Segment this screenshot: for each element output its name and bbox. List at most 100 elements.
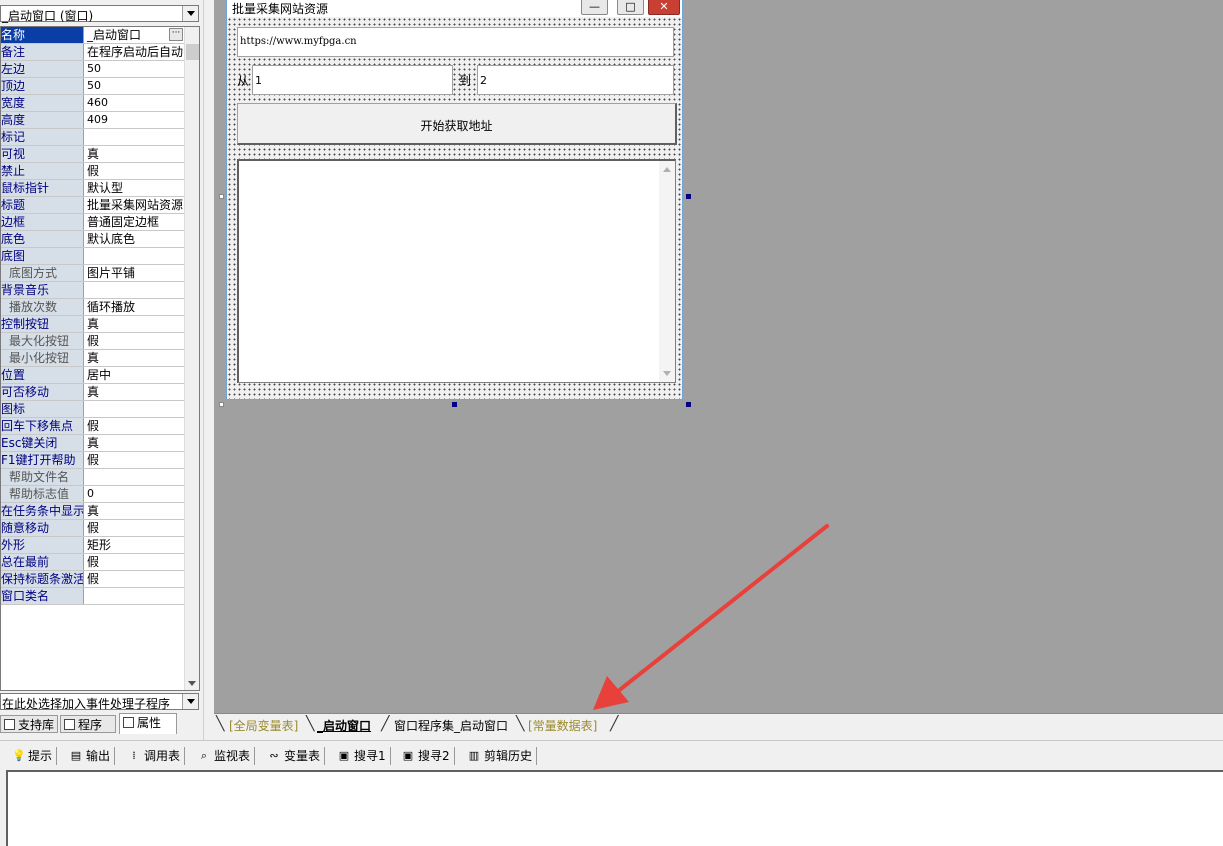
property-row[interactable]: 底图方式 图片平铺 <box>1 265 184 282</box>
property-value[interactable]: 循环播放 <box>87 299 183 315</box>
resize-handle[interactable] <box>452 402 457 407</box>
property-row[interactable]: 窗口类名 <box>1 588 184 605</box>
property-row[interactable]: 标题 批量采集网站资源 <box>1 197 184 214</box>
property-value[interactable]: 在程序启动后自动 <box>87 44 183 60</box>
ellipsis-button[interactable]: ··· <box>169 28 183 41</box>
variables-button[interactable]: ∾ 变量表 <box>266 747 326 765</box>
property-value[interactable]: 假 <box>87 520 183 536</box>
property-row[interactable]: 高度 409 <box>1 112 184 129</box>
property-row[interactable]: 顶边 50 <box>1 78 184 95</box>
property-value[interactable]: 真 <box>87 146 183 162</box>
hint-button[interactable]: 💡 提示 <box>10 747 58 765</box>
property-value[interactable]: 真 <box>87 503 183 519</box>
property-row[interactable]: 随意移动假 <box>1 520 184 537</box>
property-row[interactable]: 保持标题条激活假 <box>1 571 184 588</box>
output-pane[interactable] <box>6 770 1223 846</box>
property-row[interactable]: 总在最前假 <box>1 554 184 571</box>
tab-global-variables[interactable]: [全局变量表] <box>229 717 298 735</box>
to-input[interactable]: 2 <box>477 65 674 95</box>
property-value[interactable]: 真 <box>87 384 183 400</box>
property-row[interactable]: 可否移动真 <box>1 384 184 401</box>
property-value[interactable]: 真 <box>87 316 183 332</box>
property-value[interactable]: 假 <box>87 452 183 468</box>
property-value[interactable]: 真 <box>87 350 183 366</box>
property-value[interactable] <box>87 129 183 145</box>
scroll-down-icon[interactable] <box>663 371 671 376</box>
scroll-up-icon[interactable] <box>663 167 671 172</box>
property-row[interactable]: 底图 <box>1 248 184 265</box>
property-value[interactable]: 居中 <box>87 367 183 383</box>
property-value[interactable]: 批量采集网站资源 <box>87 197 183 213</box>
property-row[interactable]: 可视真 <box>1 146 184 163</box>
event-selector[interactable]: 在此处选择加入事件处理子程序 <box>0 693 199 711</box>
resize-handle[interactable] <box>219 402 224 407</box>
property-row[interactable]: 图标 <box>1 401 184 418</box>
resize-handle[interactable] <box>219 194 224 199</box>
property-row[interactable]: Esc键关闭真 <box>1 435 184 452</box>
result-textarea[interactable] <box>237 159 676 383</box>
call-stack-button[interactable]: ⁞ 调用表 <box>126 747 186 765</box>
property-row[interactable]: 最小化按钮真 <box>1 350 184 367</box>
resize-handle[interactable] <box>686 194 691 199</box>
property-value[interactable]: 50 <box>87 61 183 77</box>
property-value[interactable]: 假 <box>87 333 183 349</box>
property-value[interactable]: 真 <box>87 435 183 451</box>
form-title-bar[interactable]: 批量采集网站资源 — □ ✕ <box>227 0 682 17</box>
property-value[interactable]: 假 <box>87 163 183 179</box>
property-row[interactable]: 回车下移焦点假 <box>1 418 184 435</box>
property-value[interactable]: 50 <box>87 78 183 94</box>
designed-form-window[interactable]: 批量采集网站资源 — □ ✕ https://www.myfpga.cn 从 1… <box>226 0 683 400</box>
property-row[interactable]: 帮助标志值 0 <box>1 486 184 503</box>
search2-button[interactable]: ▣ 搜寻2 <box>400 747 455 765</box>
property-value[interactable]: 460 <box>87 95 183 111</box>
property-row[interactable]: 备注 在程序启动后自动 <box>1 44 184 61</box>
property-row[interactable]: 最大化按钮假 <box>1 333 184 350</box>
property-value[interactable]: 假 <box>87 571 183 587</box>
property-row[interactable]: 宽度 460 <box>1 95 184 112</box>
property-value[interactable]: 普通固定边框 <box>87 214 183 230</box>
start-fetch-button[interactable]: 开始获取地址 <box>237 103 677 145</box>
property-value[interactable]: 假 <box>87 418 183 434</box>
property-row[interactable]: 禁止假 <box>1 163 184 180</box>
property-row[interactable]: F1键打开帮助假 <box>1 452 184 469</box>
property-value[interactable] <box>87 401 183 417</box>
tab-program[interactable]: 程序 <box>60 715 116 733</box>
tab-library[interactable]: 支持库 <box>0 715 58 733</box>
property-row[interactable]: 在任务条中显示真 <box>1 503 184 520</box>
chevron-down-icon[interactable] <box>182 6 198 21</box>
property-row[interactable]: 帮助文件名 <box>1 469 184 486</box>
watch-button[interactable]: ⌕ 监视表 <box>196 747 256 765</box>
property-row[interactable]: 控制按钮真 <box>1 316 184 333</box>
property-value[interactable] <box>87 588 183 604</box>
property-row[interactable]: 外形 矩形 <box>1 537 184 554</box>
scroll-down-icon[interactable] <box>188 681 196 686</box>
close-button[interactable]: ✕ <box>648 0 680 15</box>
scrollbar-thumb[interactable] <box>186 44 199 60</box>
chevron-down-icon[interactable] <box>182 694 198 709</box>
resize-handle[interactable] <box>686 402 691 407</box>
search1-button[interactable]: ▣ 搜寻1 <box>336 747 391 765</box>
restore-button[interactable]: □ <box>617 0 644 15</box>
property-row[interactable]: 标记 <box>1 129 184 146</box>
output-button[interactable]: ▤ 输出 <box>68 747 116 765</box>
property-row[interactable]: 名称 _启动窗口 ··· <box>1 27 184 44</box>
property-row[interactable]: 背景音乐 <box>1 282 184 299</box>
property-value[interactable]: 409 <box>87 112 183 128</box>
tab-constant-data[interactable]: [常量数据表] <box>528 717 597 735</box>
object-selector[interactable]: _启动窗口 (窗口) <box>0 5 199 23</box>
url-input[interactable]: https://www.myfpga.cn <box>237 27 674 57</box>
property-value[interactable] <box>87 469 183 485</box>
result-scrollbar[interactable] <box>659 161 675 382</box>
minimize-button[interactable]: — <box>581 0 608 15</box>
property-row[interactable]: 鼠标指针 默认型 <box>1 180 184 197</box>
property-value[interactable] <box>87 248 183 264</box>
property-value[interactable]: 假 <box>87 554 183 570</box>
property-value[interactable]: 0 <box>87 486 183 502</box>
property-row[interactable]: 位置 居中 <box>1 367 184 384</box>
property-value[interactable]: 图片平铺 <box>87 265 183 281</box>
property-row[interactable]: 底色 默认底色 <box>1 231 184 248</box>
property-row[interactable]: 左边 50 <box>1 61 184 78</box>
from-input[interactable]: 1 <box>252 65 453 95</box>
property-value[interactable]: 默认型 <box>87 180 183 196</box>
property-value[interactable] <box>87 282 183 298</box>
